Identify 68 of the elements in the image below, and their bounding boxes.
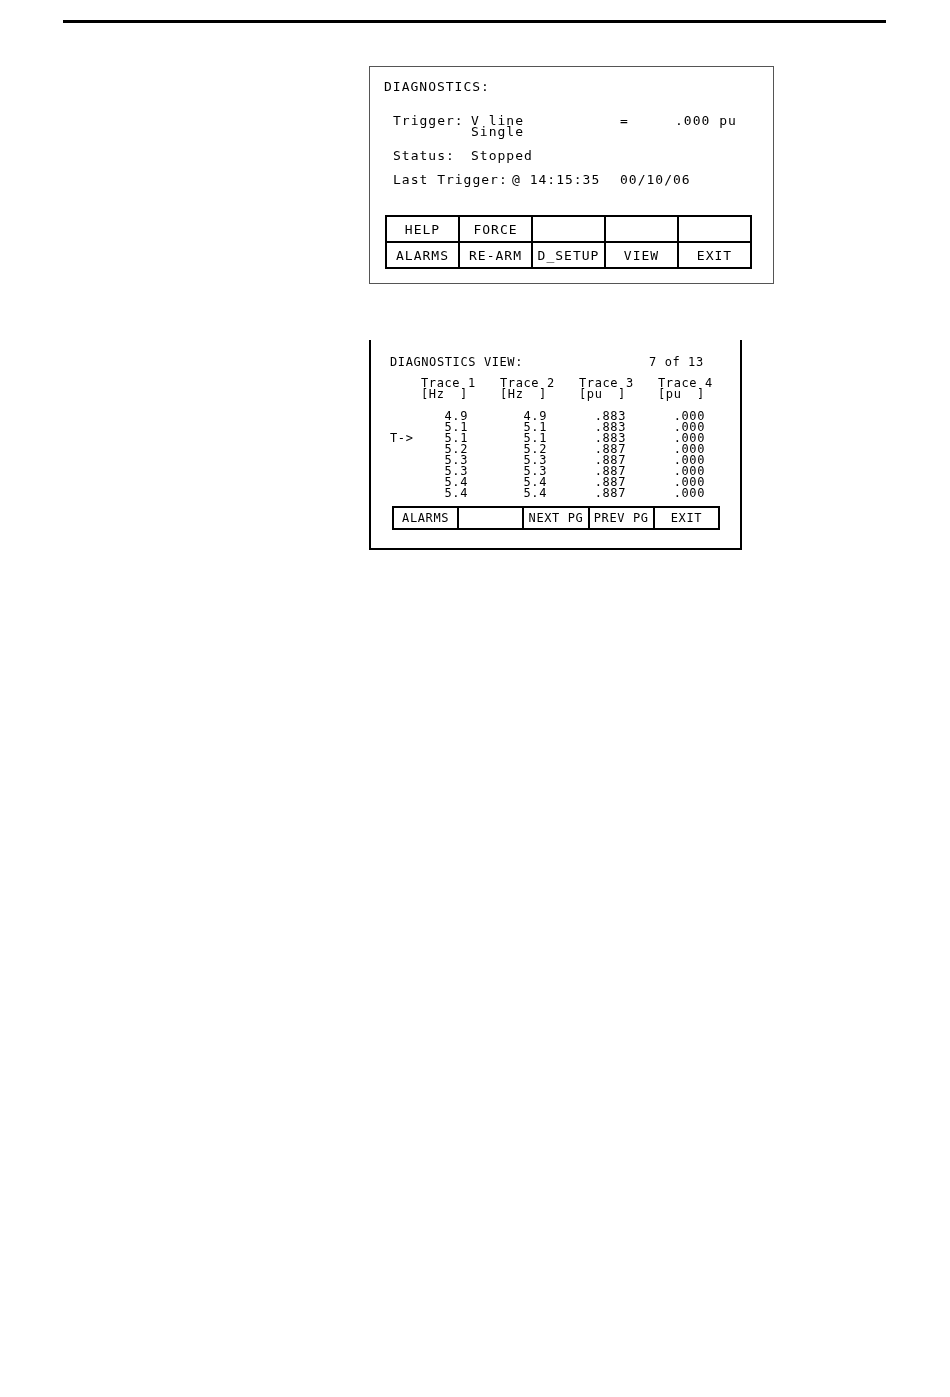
softkey[interactable]: ALARMS xyxy=(394,508,458,528)
table-cell: .000 xyxy=(673,422,705,433)
table-cell: 5.2 xyxy=(444,444,468,455)
softkey[interactable]: HELP xyxy=(387,217,458,241)
softkey[interactable]: EXIT xyxy=(679,243,750,267)
trace-unit: [pu ] xyxy=(658,389,705,400)
softkey[interactable]: FORCE xyxy=(460,217,531,241)
table-cell: 5.4 xyxy=(523,488,547,499)
table-cell: 4.9 xyxy=(523,411,547,422)
softkey[interactable]: NEXT PG xyxy=(524,508,588,528)
softkey[interactable]: VIEW xyxy=(606,243,677,267)
table-cell: .000 xyxy=(673,488,705,499)
field-value: V line xyxy=(471,115,524,126)
trace-name: Trace 1 xyxy=(421,378,476,389)
trace-name: Trace 3 xyxy=(579,378,634,389)
softkey[interactable]: D_SETUP xyxy=(533,243,604,267)
table-cell: .883 xyxy=(594,411,626,422)
table-cell: .000 xyxy=(673,477,705,488)
table-cell: 5.1 xyxy=(523,433,547,444)
table-cell: 5.3 xyxy=(444,455,468,466)
table-cell: .887 xyxy=(594,466,626,477)
table-cell: .000 xyxy=(673,455,705,466)
table-cell: .883 xyxy=(594,422,626,433)
field-value: Single xyxy=(471,126,524,137)
softkey[interactable]: EXIT xyxy=(654,508,718,528)
trace-unit: [pu ] xyxy=(579,389,626,400)
table-cell: 5.3 xyxy=(523,455,547,466)
table-cell: .000 xyxy=(673,433,705,444)
trace-unit: [Hz ] xyxy=(421,389,468,400)
table-cell: 4.9 xyxy=(444,411,468,422)
field-label: Trigger: xyxy=(393,115,465,126)
field-label: Last Trigger: xyxy=(393,174,509,185)
trace-unit: [Hz ] xyxy=(500,389,547,400)
table-cell: 5.4 xyxy=(444,477,468,488)
table-cell: 5.3 xyxy=(523,466,547,477)
screen-title: DIAGNOSTICS VIEW: xyxy=(390,356,525,368)
field-value: .000 pu xyxy=(675,115,737,126)
trace-name: Trace 4 xyxy=(658,378,713,389)
table-cell: 5.2 xyxy=(523,444,547,455)
table-cell: 5.4 xyxy=(444,488,468,499)
table-cell: .887 xyxy=(594,444,626,455)
table-cell: 5.4 xyxy=(523,477,547,488)
screen-title: DIAGNOSTICS: xyxy=(384,80,490,94)
field-value: 00/10/06 xyxy=(620,174,691,185)
table-cell: .000 xyxy=(673,411,705,422)
table-cell: .000 xyxy=(673,444,705,455)
table-cell: 5.3 xyxy=(444,466,468,477)
page-indicator: 7 of 13 xyxy=(649,356,704,368)
table-cell: .887 xyxy=(594,477,626,488)
table-cell: .887 xyxy=(594,488,626,499)
table-cell: 5.1 xyxy=(523,422,547,433)
table-cell: .887 xyxy=(594,455,626,466)
table-cell: 5.1 xyxy=(444,433,468,444)
empty-softkey xyxy=(679,217,750,241)
empty-softkey xyxy=(533,217,604,241)
trace-name: Trace 2 xyxy=(500,378,555,389)
softkey[interactable]: PREV PG xyxy=(589,508,653,528)
softkey[interactable]: RE-ARM xyxy=(460,243,531,267)
softkey[interactable]: ALARMS xyxy=(387,243,458,267)
table-cell: .000 xyxy=(673,466,705,477)
empty-softkey xyxy=(606,217,677,241)
table-cell: 5.1 xyxy=(444,422,468,433)
table-cell: .883 xyxy=(594,433,626,444)
field-label: Status: xyxy=(393,150,456,161)
field-value: Stopped xyxy=(471,150,533,161)
trigger-marker: T-> xyxy=(390,433,414,444)
field-value: @ 14:15:35 xyxy=(512,174,602,185)
equals-sign: = xyxy=(620,115,630,126)
